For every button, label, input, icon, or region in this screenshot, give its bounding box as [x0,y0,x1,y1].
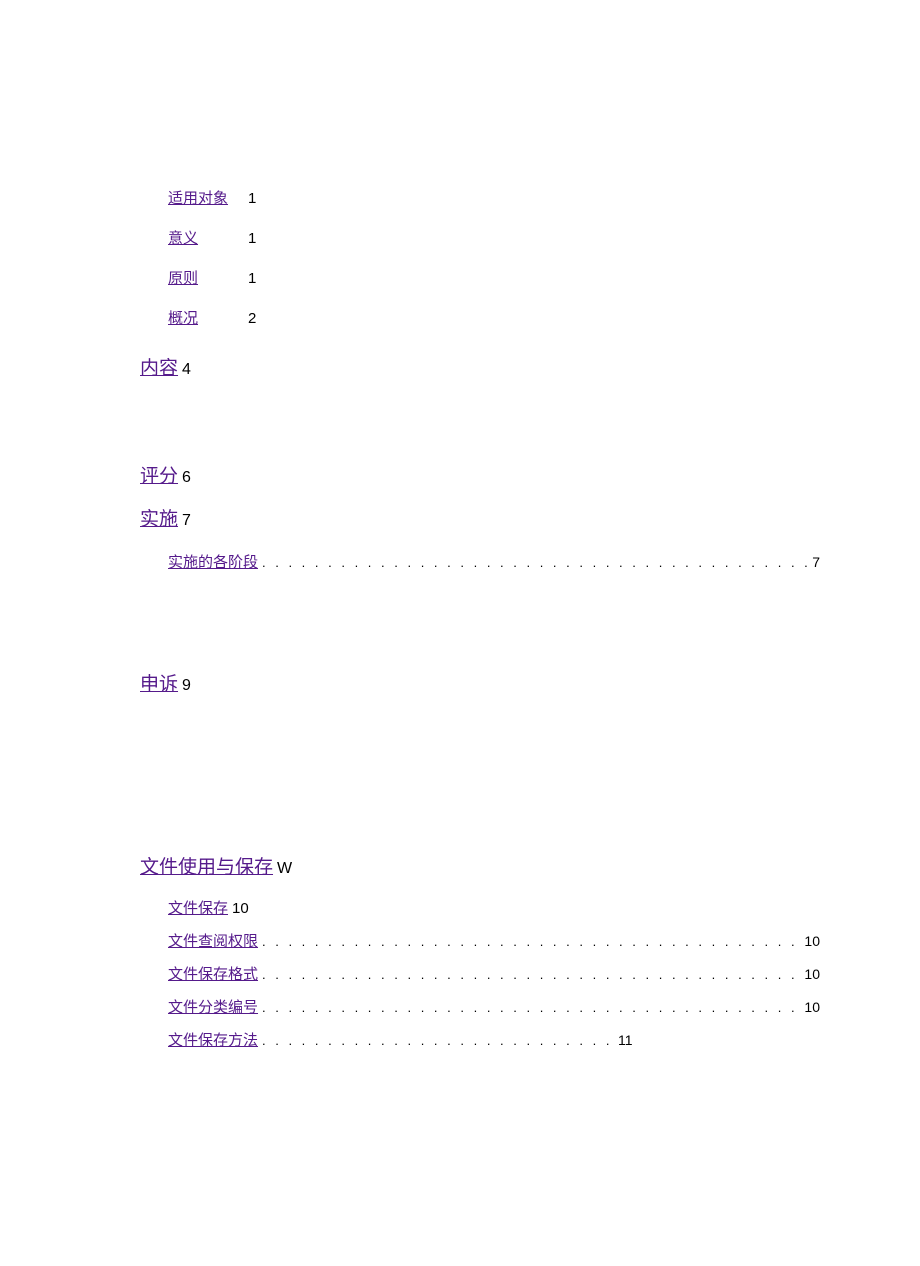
toc-page-number: 7 [182,511,191,530]
toc-link-principle[interactable]: 原则 [168,270,248,288]
toc-page-number: W [277,859,292,878]
toc-page-number: 1 [248,190,268,208]
toc-item-files: 文件使用与保存 W [140,857,820,880]
toc-leader-dots: . . . . . . . . . . . . . . . . . . . . … [258,1000,804,1015]
toc-link-file-save[interactable]: 文件保存 [168,900,228,918]
toc-leader-dots: . . . . . . . . . . . . . . . . . . . . … [258,934,804,949]
toc-link-file-format[interactable]: 文件保存格式 [168,963,258,984]
toc-item-file-category: 文件分类编号 . . . . . . . . . . . . . . . . .… [168,996,820,1017]
toc-page-number: 4 [182,360,191,379]
toc-link-overview[interactable]: 概况 [168,310,248,328]
toc-item-scope: 适用对象 1 [168,190,820,208]
toc-item-appeal: 申诉 9 [140,674,820,697]
toc-page-number: 10 [804,933,820,949]
toc-item-content: 内容 4 [140,358,820,381]
toc-item-scoring: 评分 6 [140,466,820,489]
toc-item-overview: 概况 2 [168,310,820,328]
toc-link-implement[interactable]: 实施 [140,509,178,532]
toc-link-file-access[interactable]: 文件查阅权限 [168,930,258,951]
toc-page-number: 10 [232,900,249,918]
toc-item-file-save: 文件保存 10 [168,900,820,918]
toc-page-number: 9 [182,676,191,695]
toc-link-appeal[interactable]: 申诉 [140,674,178,697]
toc-item-file-format: 文件保存格式 . . . . . . . . . . . . . . . . .… [168,963,820,984]
toc-page-number: 7 [812,554,820,570]
toc-link-file-category[interactable]: 文件分类编号 [168,996,258,1017]
toc-page-number: 1 [248,230,268,248]
toc-item-implement-phases: 实施的各阶段 . . . . . . . . . . . . . . . . .… [168,551,820,572]
toc-item-implement: 实施 7 [140,509,820,532]
toc-page-number: 10 [804,999,820,1015]
toc-link-content[interactable]: 内容 [140,358,178,381]
toc-item-meaning: 意义 1 [168,230,820,248]
toc-page-number: 11 [618,1032,633,1048]
toc-leader-dots: . . . . . . . . . . . . . . . . . . . . … [258,967,804,982]
toc-item-file-method: 文件保存方法 . . . . . . . . . . . . . . . . .… [168,1029,820,1050]
toc-page-number: 6 [182,468,191,487]
spacer [140,584,820,654]
toc-label-file-method: 文件保存方法 [168,1029,258,1050]
toc-item-file-access: 文件查阅权限 . . . . . . . . . . . . . . . . .… [168,930,820,951]
toc-link-scope[interactable]: 适用对象 [168,190,248,208]
toc-item-principle: 原则 1 [168,270,820,288]
toc-link-implement-phases[interactable]: 实施的各阶段 [168,551,258,572]
toc-page-number: 10 [804,966,820,982]
toc-page-number: 1 [248,270,268,288]
spacer [140,717,820,837]
toc-leader-dots: . . . . . . . . . . . . . . . . . . . . … [258,555,812,570]
toc-page-number: 2 [248,310,268,328]
toc-intro-items: 适用对象 1 意义 1 原则 1 概况 2 [168,190,820,328]
toc-page: 适用对象 1 意义 1 原则 1 概况 2 内容 4 评分 6 实施 7 实施的… [0,0,920,1050]
spacer [140,401,820,446]
toc-link-meaning[interactable]: 意义 [168,230,248,248]
toc-link-files[interactable]: 文件使用与保存 [140,857,273,880]
toc-leader-dots: . . . . . . . . . . . . . . . . . . . . … [258,1033,618,1048]
toc-link-scoring[interactable]: 评分 [140,466,178,489]
